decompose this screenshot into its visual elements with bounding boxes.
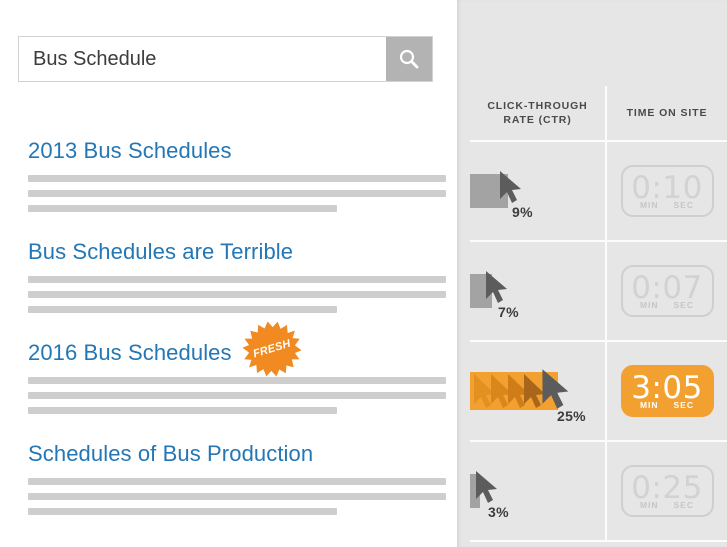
ctr-value: 7% <box>498 304 519 320</box>
timer-min-label: MIN <box>639 300 659 310</box>
snippet-line <box>28 508 338 515</box>
ctr-header-line2: RATE (CTR) <box>503 114 572 126</box>
timer-unit-labels: MIN SEC <box>623 500 712 510</box>
ctr-bar-wrap: 3% <box>470 460 605 522</box>
metrics-table: CLICK-THROUGH RATE (CTR) TIME ON SITE 9% <box>470 86 727 547</box>
result-snippet-placeholder <box>28 175 446 212</box>
result-title-link[interactable]: Schedules of Bus Production <box>28 441 313 467</box>
snippet-line <box>28 291 446 298</box>
ctr-cell: 9% <box>470 142 607 242</box>
timer-min-label: MIN <box>639 500 659 510</box>
time-cell: 0:25 MIN SEC <box>607 442 727 542</box>
result-snippet-placeholder <box>28 478 446 515</box>
time-cell: 0:10 MIN SEC <box>607 142 727 242</box>
ctr-cell: 3% <box>470 442 607 542</box>
ctr-value: 3% <box>488 504 509 520</box>
ctr-bar-wrap: 9% <box>470 160 605 222</box>
snippet-line <box>28 175 446 182</box>
result-title-link[interactable]: 2013 Bus Schedules <box>28 138 232 164</box>
column-header-ctr: CLICK-THROUGH RATE (CTR) <box>470 86 607 142</box>
metrics-panel: CLICK-THROUGH RATE (CTR) TIME ON SITE 9% <box>457 0 727 547</box>
snippet-line <box>28 377 446 384</box>
search-input[interactable] <box>19 37 386 81</box>
table-header-row: CLICK-THROUGH RATE (CTR) TIME ON SITE <box>470 86 727 142</box>
ctr-value: 9% <box>512 204 533 220</box>
result-title-link[interactable]: Bus Schedules are Terrible <box>28 239 293 265</box>
result-title-link[interactable]: 2016 Bus Schedules <box>28 340 232 366</box>
search-results-panel: 2013 Bus Schedules Bus Schedules are Ter… <box>0 0 452 547</box>
timer-unit-labels: MIN SEC <box>623 400 712 410</box>
snippet-line <box>28 407 338 414</box>
ctr-header-line1: CLICK-THROUGH <box>487 100 588 112</box>
table-row: 9% 0:10 MIN SEC <box>470 142 727 242</box>
search-result-item[interactable]: 2013 Bus Schedules <box>28 138 446 212</box>
table-row: 3% 0:25 MIN SEC <box>470 442 727 542</box>
search-result-item[interactable]: Bus Schedules are Terrible <box>28 239 446 313</box>
ctr-value: 25% <box>557 408 586 424</box>
snippet-line <box>28 478 446 485</box>
starburst-icon <box>242 321 302 377</box>
screenshot-root: 2013 Bus Schedules Bus Schedules are Ter… <box>0 0 727 547</box>
search-button[interactable] <box>386 37 432 81</box>
column-header-time-on-site: TIME ON SITE <box>607 86 727 142</box>
search-result-item[interactable]: 2016 Bus Schedules FRESH <box>28 321 446 414</box>
table-row-highlighted: 25% 3:05 MIN SEC <box>470 342 727 442</box>
timer-unit-labels: MIN SEC <box>623 200 712 210</box>
ctr-cell: 7% <box>470 242 607 342</box>
snippet-line <box>28 493 446 500</box>
ctr-cell: 25% <box>470 342 607 442</box>
snippet-line <box>28 190 446 197</box>
snippet-line <box>28 205 338 212</box>
timer-badge: 0:25 MIN SEC <box>620 465 714 517</box>
snippet-line <box>28 276 446 283</box>
timer-min-label: MIN <box>639 200 659 210</box>
search-result-item[interactable]: Schedules of Bus Production <box>28 441 446 515</box>
timer-sec-label: SEC <box>673 300 694 310</box>
timer-min-label: MIN <box>639 400 659 410</box>
results-list: 2013 Bus Schedules Bus Schedules are Ter… <box>28 138 446 542</box>
timer-sec-label: SEC <box>673 500 694 510</box>
timer-sec-label: SEC <box>673 200 694 210</box>
table-row: 7% 0:07 MIN SEC <box>470 242 727 342</box>
time-cell: 0:07 MIN SEC <box>607 242 727 342</box>
timer-badge: 0:07 MIN SEC <box>620 265 714 317</box>
search-icon <box>398 48 420 70</box>
ctr-bar-wrap: 7% <box>470 260 605 322</box>
snippet-line <box>28 392 446 399</box>
time-cell: 3:05 MIN SEC <box>607 342 727 442</box>
search-bar[interactable] <box>18 36 433 82</box>
result-snippet-placeholder <box>28 377 446 414</box>
result-snippet-placeholder <box>28 276 446 313</box>
timer-badge: 0:10 MIN SEC <box>620 165 714 217</box>
timer-badge: 3:05 MIN SEC <box>620 365 714 417</box>
timer-sec-label: SEC <box>673 400 694 410</box>
timer-unit-labels: MIN SEC <box>623 300 712 310</box>
ctr-bar-wrap: 25% <box>470 360 605 424</box>
fresh-badge: FRESH <box>239 316 305 382</box>
snippet-line <box>28 306 338 313</box>
